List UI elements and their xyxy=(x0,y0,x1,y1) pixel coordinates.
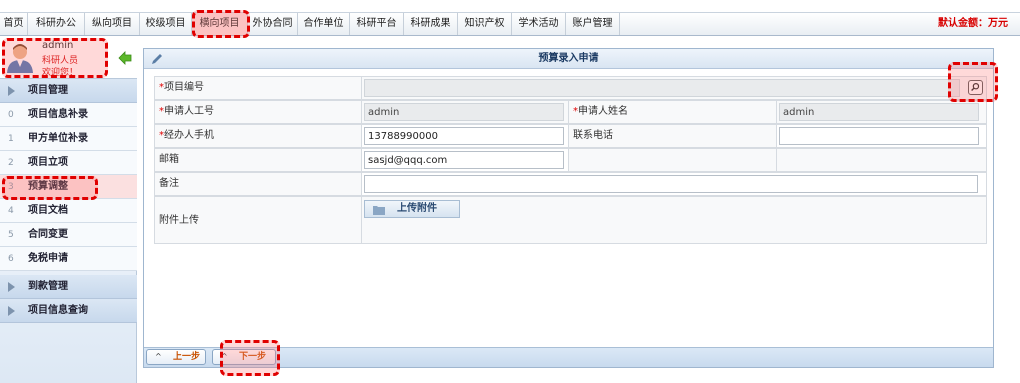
sidebar-section-payment-management[interactable]: 到款管理 xyxy=(0,275,137,299)
sidebar-item-label: 预算调整 xyxy=(28,181,68,192)
sidebar-item-budget-adjustment[interactable]: 3 预算调整 xyxy=(0,175,137,199)
nav-vertical-projects[interactable]: 纵向项目 xyxy=(85,13,140,35)
remark-value-cell xyxy=(361,172,987,196)
user-name: admin xyxy=(42,40,74,51)
sidebar-item-number: 0 xyxy=(8,110,14,120)
sidebar-section-project-management[interactable]: 项目管理 xyxy=(0,79,137,103)
applicant-name-label: 申请人姓名 xyxy=(578,106,628,117)
sidebar-item-project-approval[interactable]: 2 项目立项 xyxy=(0,151,137,175)
empty-cell xyxy=(568,148,777,172)
handler-phone-label: 经办人手机 xyxy=(164,130,214,141)
sidebar-item-number: 4 xyxy=(8,206,14,216)
upload-attachment-button[interactable]: 上传附件 xyxy=(364,200,460,218)
attachment-label: 附件上传 xyxy=(159,215,199,226)
sidebar: admin 科研人员 欢迎您！ 项目管理 0 项目信息补录 1 甲方单位补录 2… xyxy=(0,37,137,383)
panel-footer: ^ 上一步 ^ 下一步 xyxy=(144,347,993,367)
contact-phone-label: 联系电话 xyxy=(573,130,613,141)
handler-phone-value-cell xyxy=(361,124,569,148)
sidebar-item-project-info-supplement[interactable]: 0 项目信息补录 xyxy=(0,103,137,127)
email-label-cell: 邮箱 xyxy=(154,148,362,172)
email-label: 邮箱 xyxy=(159,154,179,165)
sidebar-item-tax-exemption[interactable]: 6 免税申请 xyxy=(0,247,137,271)
nav-horizontal-projects[interactable]: 横向项目 xyxy=(192,13,248,35)
chevron-up-icon: ^ xyxy=(155,352,162,361)
sidebar-item-number: 5 xyxy=(8,230,14,240)
sidebar-item-label: 项目信息补录 xyxy=(28,109,88,120)
sidebar-item-label: 免税申请 xyxy=(28,253,68,264)
sidebar-section-project-query[interactable]: 项目信息查询 xyxy=(0,299,137,323)
project-no-input[interactable] xyxy=(364,79,960,97)
sidebar-section-label: 到款管理 xyxy=(28,281,68,292)
sidebar-item-number: 6 xyxy=(8,254,14,264)
triangle-right-icon xyxy=(8,282,15,292)
search-icon xyxy=(971,82,980,92)
nav-home[interactable]: 首页 xyxy=(0,13,28,35)
upload-button-label: 上传附件 xyxy=(397,203,437,214)
sidebar-section-label: 项目信息查询 xyxy=(28,305,88,316)
user-box: admin 科研人员 欢迎您！ xyxy=(0,37,137,79)
budget-entry-panel: 预算录入申请 *项目编号 *申请人工号 *申请人姓名 xyxy=(143,48,994,368)
applicant-name-value-cell xyxy=(776,100,987,124)
chevron-up-icon: ^ xyxy=(221,352,228,361)
app-root: 首页 科研办公 纵向项目 校级项目 横向项目 外协合同 合作单位 科研平台 科研… xyxy=(0,0,1020,383)
user-avatar-icon xyxy=(7,44,33,73)
applicant-id-label-cell: *申请人工号 xyxy=(154,100,362,124)
sidebar-item-label: 合同变更 xyxy=(28,229,68,240)
sidebar-item-party-a-supplement[interactable]: 1 甲方单位补录 xyxy=(0,127,137,151)
applicant-name-input[interactable] xyxy=(779,103,979,121)
contact-phone-input[interactable] xyxy=(779,127,979,145)
project-no-label: 项目编号 xyxy=(164,82,204,93)
handler-phone-label-cell: *经办人手机 xyxy=(154,124,362,148)
applicant-id-label: 申请人工号 xyxy=(164,106,214,117)
applicant-name-label-cell: *申请人姓名 xyxy=(568,100,777,124)
attachment-value-cell: 上传附件 xyxy=(361,196,987,244)
sidebar-item-label: 甲方单位补录 xyxy=(28,133,88,144)
project-no-value-cell xyxy=(361,76,987,100)
nav-outsourcing-contracts[interactable]: 外协合同 xyxy=(248,13,298,35)
next-step-label: 下一步 xyxy=(239,352,267,362)
panel-title: 预算录入申请 xyxy=(538,53,599,64)
top-nav: 首页 科研办公 纵向项目 校级项目 横向项目 外协合同 合作单位 科研平台 科研… xyxy=(0,12,1020,36)
email-input[interactable] xyxy=(364,151,564,169)
collapse-arrow-icon[interactable] xyxy=(118,51,132,65)
handler-phone-input[interactable] xyxy=(364,127,564,145)
prev-step-button[interactable]: ^ 上一步 xyxy=(146,349,206,365)
folder-icon xyxy=(373,206,385,215)
nav-academic-activities[interactable]: 学术活动 xyxy=(512,13,566,35)
nav-account-management[interactable]: 账户管理 xyxy=(566,13,620,35)
sidebar-item-label: 项目立项 xyxy=(28,157,68,168)
nav-research-office[interactable]: 科研办公 xyxy=(28,13,85,35)
nav-school-projects[interactable]: 校级项目 xyxy=(140,13,192,35)
nav-research-platform[interactable]: 科研平台 xyxy=(350,13,404,35)
project-no-label-cell: *项目编号 xyxy=(154,76,362,100)
contact-phone-value-cell xyxy=(776,124,987,148)
empty-cell xyxy=(776,148,987,172)
email-value-cell xyxy=(361,148,569,172)
remark-label-cell: 备注 xyxy=(154,172,362,196)
remark-input[interactable] xyxy=(364,175,978,193)
sidebar-item-contract-change[interactable]: 5 合同变更 xyxy=(0,223,137,247)
user-welcome: 欢迎您！ xyxy=(42,68,79,78)
triangle-right-icon xyxy=(8,86,15,96)
sidebar-item-project-documents[interactable]: 4 项目文档 xyxy=(0,199,137,223)
search-project-button[interactable] xyxy=(968,80,983,95)
applicant-id-input[interactable] xyxy=(364,103,564,121)
attachment-label-cell: 附件上传 xyxy=(154,196,362,244)
sidebar-item-number: 1 xyxy=(8,134,14,144)
nav-partner-units[interactable]: 合作单位 xyxy=(298,13,350,35)
default-amount-label: 默认金额：万元 xyxy=(938,18,1008,29)
nav-research-results[interactable]: 科研成果 xyxy=(404,13,458,35)
sidebar-item-label: 项目文档 xyxy=(28,205,68,216)
next-step-button[interactable]: ^ 下一步 xyxy=(212,349,276,365)
panel-titlebar: 预算录入申请 xyxy=(144,49,993,69)
sidebar-item-number: 2 xyxy=(8,158,14,168)
nav-intellectual-property[interactable]: 知识产权 xyxy=(458,13,512,35)
applicant-id-value-cell xyxy=(361,100,569,124)
prev-step-label: 上一步 xyxy=(173,352,201,362)
contact-phone-label-cell: 联系电话 xyxy=(568,124,777,148)
triangle-right-icon xyxy=(8,306,15,316)
sidebar-section-label: 项目管理 xyxy=(28,85,68,96)
sidebar-item-number: 3 xyxy=(8,182,14,192)
remark-label: 备注 xyxy=(159,178,179,189)
